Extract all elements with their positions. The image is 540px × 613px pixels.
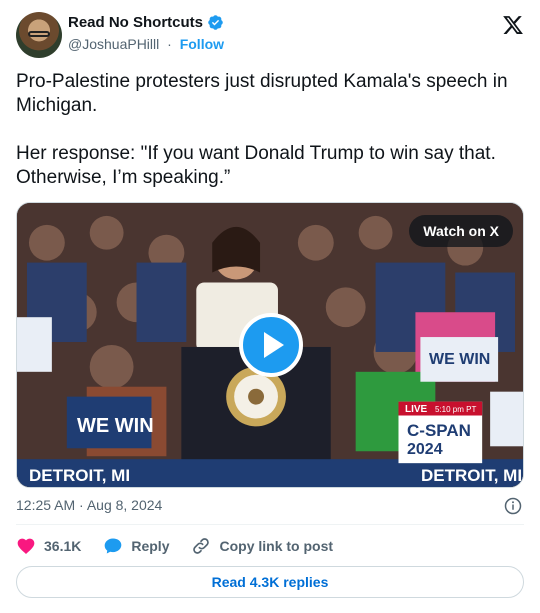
action-bar: 36.1K Reply Copy link to post bbox=[16, 536, 355, 556]
cspan-live-label: LIVE bbox=[405, 404, 428, 415]
play-icon bbox=[264, 332, 284, 358]
sign-we-win-right: WE WIN bbox=[429, 351, 491, 368]
display-name[interactable]: Read No Shortcuts bbox=[68, 14, 203, 31]
avatar-glasses bbox=[28, 31, 50, 37]
sign-we-win-left: WE WIN bbox=[77, 415, 154, 437]
video-thumbnail[interactable]: WE WIN WE WIN DETROIT, MI DETROIT, MI LI… bbox=[16, 202, 524, 488]
banner-left-text: DETROIT, MI bbox=[29, 466, 131, 485]
play-button[interactable] bbox=[239, 313, 303, 377]
handle-row: @JoshuaPHilll · Follow bbox=[68, 36, 224, 52]
watch-on-x-button[interactable]: Watch on X bbox=[409, 215, 513, 247]
reply-bubble-icon bbox=[105, 538, 122, 554]
tweet-text: Pro-Palestine protesters just disrupted … bbox=[16, 71, 508, 188]
separator: · bbox=[167, 36, 172, 52]
read-replies-button[interactable]: Read 4.3K replies bbox=[16, 566, 524, 598]
banner-right-text: DETROIT, MI bbox=[421, 466, 523, 485]
follow-button[interactable]: Follow bbox=[180, 36, 224, 52]
cspan-name: C-SPAN bbox=[407, 421, 471, 440]
timestamp[interactable]: 12:25 AM · Aug 8, 2024 bbox=[16, 497, 162, 513]
verified-badge-icon bbox=[208, 15, 223, 30]
like-count: 36.1K bbox=[44, 538, 82, 554]
avatar[interactable] bbox=[16, 12, 62, 58]
x-logo-icon[interactable] bbox=[502, 14, 524, 36]
cspan-year: 2024 bbox=[407, 441, 443, 458]
copy-link-button[interactable]: Copy link to post bbox=[191, 536, 333, 556]
reply-button[interactable]: Reply bbox=[103, 536, 169, 556]
divider bbox=[16, 524, 524, 525]
heart-icon bbox=[17, 538, 35, 554]
handle[interactable]: @JoshuaPHilll bbox=[68, 36, 159, 52]
author-name-row: Read No Shortcuts bbox=[68, 14, 224, 31]
copy-link-label: Copy link to post bbox=[219, 538, 334, 554]
info-icon[interactable] bbox=[504, 497, 522, 515]
like-button[interactable]: 36.1K bbox=[16, 536, 81, 556]
tweet-card: Read No Shortcuts @JoshuaPHilll · Follow… bbox=[0, 0, 540, 613]
link-icon bbox=[193, 538, 210, 554]
reply-label: Reply bbox=[131, 538, 170, 554]
cspan-time-label: 5:10 pm PT bbox=[435, 405, 477, 414]
